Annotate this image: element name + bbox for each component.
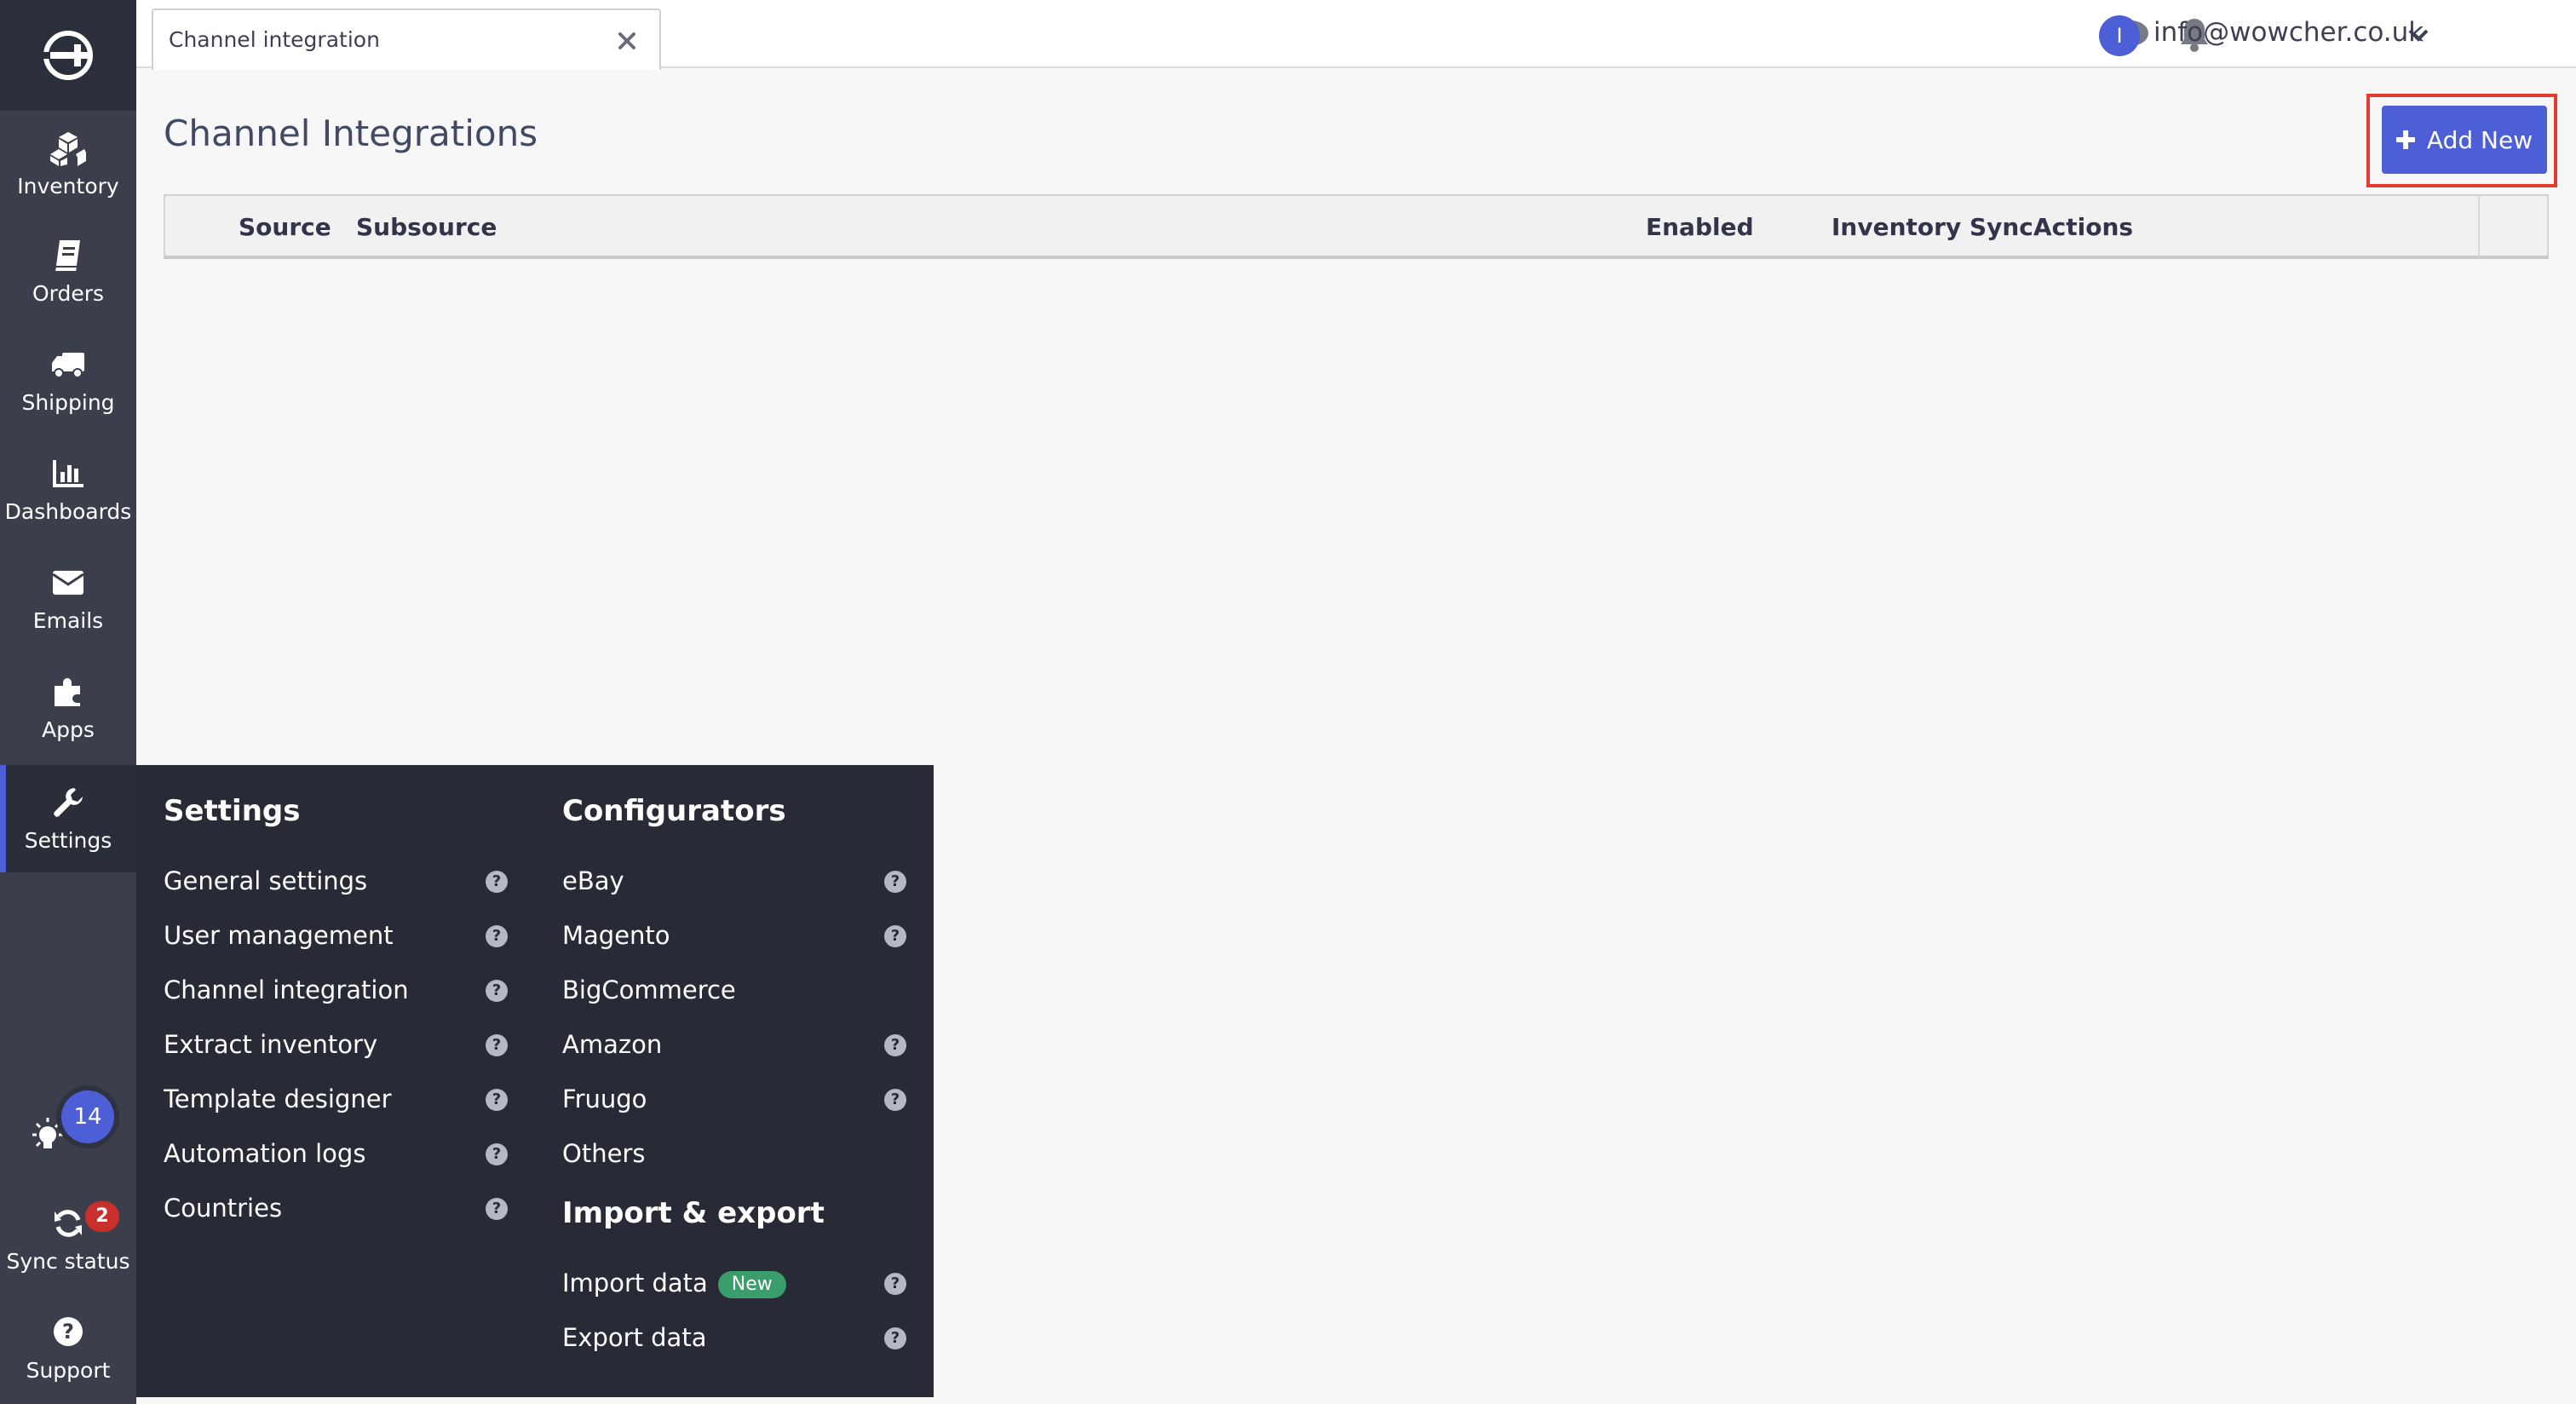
sidebar-item-inventory[interactable]: Inventory bbox=[0, 111, 136, 218]
help-icon[interactable]: ? bbox=[884, 1327, 906, 1349]
plus-icon bbox=[2395, 130, 2415, 149]
column-header-enabled[interactable]: Enabled bbox=[1646, 213, 1754, 241]
add-new-button[interactable]: Add New bbox=[2382, 106, 2547, 174]
page-title: Channel Integrations bbox=[164, 112, 538, 154]
help-icon[interactable]: ? bbox=[884, 1034, 906, 1056]
column-divider bbox=[2478, 196, 2480, 257]
column-header-source[interactable]: Source bbox=[239, 213, 331, 241]
menu-item-extract-inventory[interactable]: Extract inventory bbox=[164, 1027, 377, 1062]
sidebar-item-label: Shipping bbox=[21, 390, 115, 415]
sidebar-item-emails[interactable]: Emails bbox=[0, 545, 136, 653]
menu-item-others[interactable]: Others bbox=[562, 1136, 645, 1171]
menu-item-fruugo[interactable]: Fruugo bbox=[562, 1082, 647, 1116]
tab-channel-integration[interactable]: Channel integration bbox=[152, 9, 661, 70]
menu-item-countries[interactable]: Countries bbox=[164, 1191, 282, 1225]
settings-menu: Settings General settings ? User managem… bbox=[136, 765, 934, 1397]
support-label: Support bbox=[26, 1358, 111, 1383]
menu-item-automation-logs[interactable]: Automation logs bbox=[164, 1136, 365, 1171]
puzzle-icon bbox=[0, 673, 136, 711]
settings-heading: Settings bbox=[164, 794, 301, 828]
sidebar-item-label: Settings bbox=[24, 828, 112, 853]
help-icon[interactable]: ? bbox=[486, 1198, 508, 1220]
bar-chart-icon bbox=[0, 455, 136, 492]
question-circle-icon: ? bbox=[54, 1317, 83, 1346]
book-icon bbox=[0, 237, 136, 274]
user-email[interactable]: info@wowcher.co.uk bbox=[2153, 17, 2424, 48]
menu-item-magento[interactable]: Magento bbox=[562, 918, 670, 952]
integrations-table-header: Source Subsource Enabled Inventory Sync … bbox=[164, 194, 2549, 259]
menu-item-label: Import data bbox=[562, 1269, 708, 1298]
menu-item-channel-integration[interactable]: Channel integration bbox=[164, 973, 409, 1007]
column-header-inventory-sync[interactable]: Inventory Sync bbox=[1831, 213, 2033, 241]
tips-button[interactable]: 14 bbox=[26, 1090, 128, 1167]
help-icon[interactable]: ? bbox=[486, 1143, 508, 1165]
close-icon[interactable] bbox=[615, 29, 639, 53]
sync-status-button[interactable]: 2 Sync status bbox=[0, 1201, 136, 1295]
sidebar-item-dashboards[interactable]: Dashboards bbox=[0, 436, 136, 544]
envelope-icon bbox=[0, 564, 136, 601]
sidebar-item-label: Apps bbox=[42, 717, 95, 742]
logo-icon bbox=[43, 31, 93, 80]
help-icon[interactable]: ? bbox=[486, 1089, 508, 1111]
help-icon[interactable]: ? bbox=[486, 1034, 508, 1056]
cubes-icon bbox=[0, 129, 136, 167]
app-logo[interactable] bbox=[0, 0, 136, 111]
configurators-heading: Configurators bbox=[562, 794, 786, 828]
add-new-label: Add New bbox=[2426, 125, 2533, 154]
column-header-actions[interactable]: Actions bbox=[2033, 213, 2133, 241]
help-icon[interactable]: ? bbox=[486, 925, 508, 947]
sidebar-item-label: Orders bbox=[32, 281, 105, 306]
menu-item-bigcommerce[interactable]: BigCommerce bbox=[562, 973, 736, 1007]
help-icon[interactable]: ? bbox=[884, 1273, 906, 1295]
sync-status-label: Sync status bbox=[6, 1249, 130, 1274]
truck-icon bbox=[0, 346, 136, 383]
new-badge: New bbox=[717, 1271, 786, 1298]
menu-item-amazon[interactable]: Amazon bbox=[562, 1027, 662, 1062]
help-icon[interactable]: ? bbox=[884, 871, 906, 893]
chevron-down-icon[interactable] bbox=[2406, 22, 2431, 48]
sidebar-item-apps[interactable]: Apps bbox=[0, 654, 136, 762]
menu-item-general-settings[interactable]: General settings bbox=[164, 864, 367, 898]
help-icon[interactable]: ? bbox=[884, 1089, 906, 1111]
sidebar: Inventory Orders Shipping Dashboards Ema… bbox=[0, 0, 136, 1404]
avatar[interactable]: I bbox=[2099, 15, 2140, 56]
help-icon[interactable]: ? bbox=[486, 871, 508, 893]
sidebar-item-label: Emails bbox=[32, 608, 104, 633]
wrench-icon bbox=[0, 784, 136, 821]
support-button[interactable]: ? Support bbox=[0, 1312, 136, 1397]
sidebar-item-label: Inventory bbox=[17, 174, 119, 199]
sidebar-item-label: Dashboards bbox=[4, 499, 132, 524]
help-icon[interactable]: ? bbox=[884, 925, 906, 947]
menu-item-export-data[interactable]: Export data bbox=[562, 1321, 706, 1355]
menu-item-user-management[interactable]: User management bbox=[164, 918, 394, 952]
sync-icon bbox=[55, 1210, 82, 1237]
import-export-heading: Import & export bbox=[562, 1196, 825, 1230]
sidebar-item-settings[interactable]: Settings bbox=[0, 765, 136, 872]
sync-count-badge: 2 bbox=[85, 1201, 119, 1232]
sidebar-item-orders[interactable]: Orders bbox=[0, 218, 136, 325]
menu-item-ebay[interactable]: eBay bbox=[562, 864, 624, 898]
column-header-subsource[interactable]: Subsource bbox=[356, 213, 497, 241]
menu-item-template-designer[interactable]: Template designer bbox=[164, 1082, 392, 1116]
sidebar-item-shipping[interactable]: Shipping bbox=[0, 327, 136, 434]
menu-item-import-data[interactable]: Import data New bbox=[562, 1266, 786, 1300]
tab-label: Channel integration bbox=[169, 27, 380, 52]
help-icon[interactable]: ? bbox=[486, 980, 508, 1002]
tips-count-badge: 14 bbox=[61, 1090, 114, 1143]
